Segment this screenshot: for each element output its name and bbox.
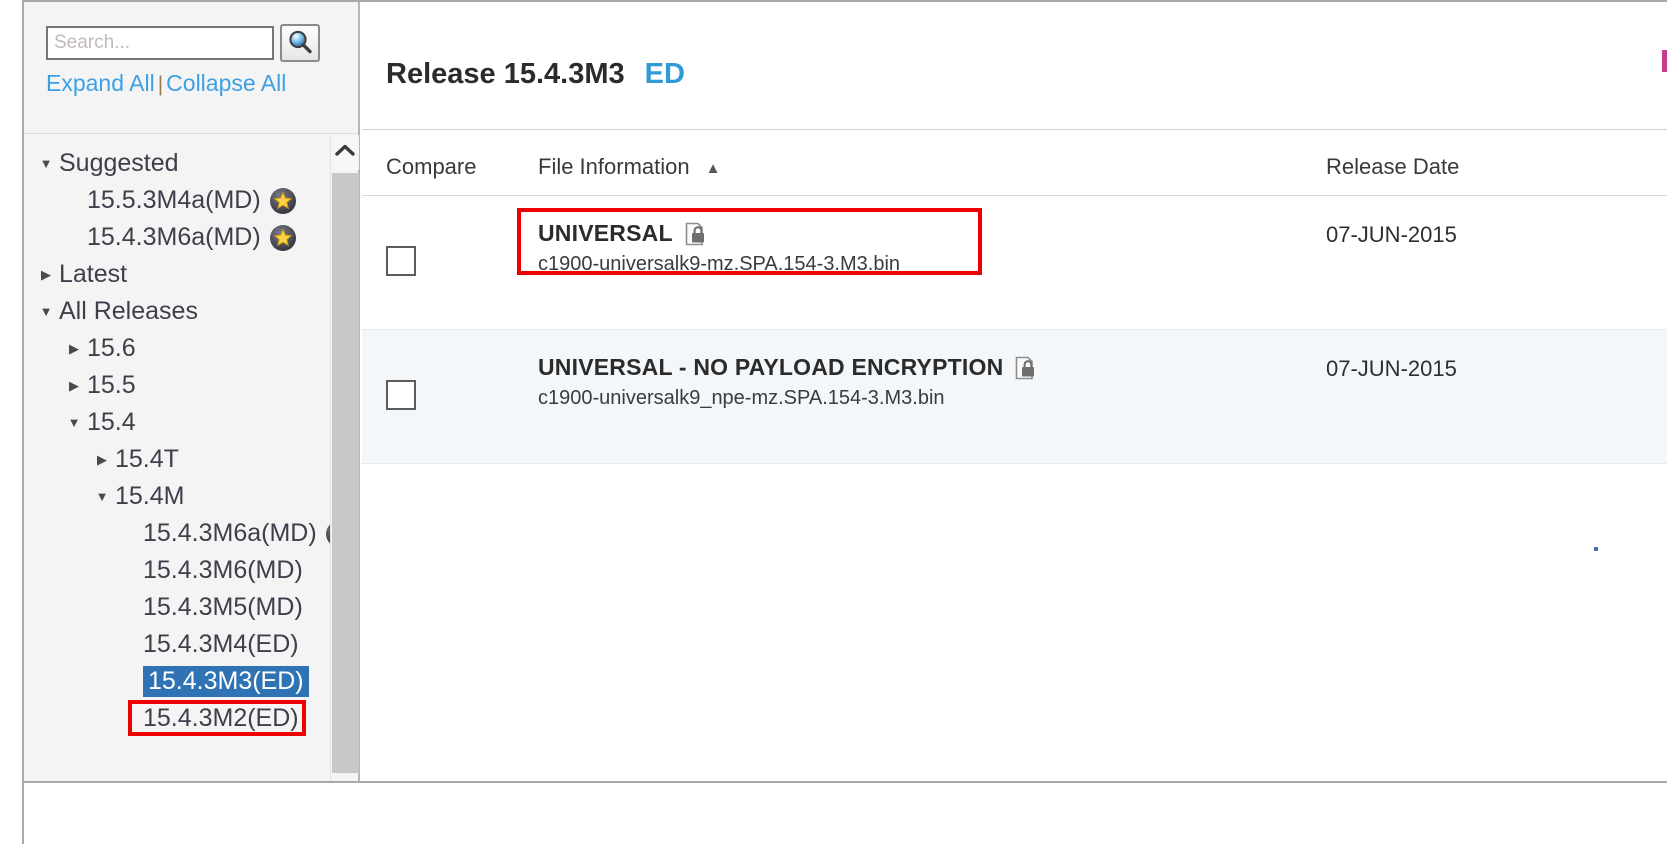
chevron-up-icon bbox=[335, 143, 355, 162]
file-name-text: c1900-universalk9_npe-mz.SPA.154-3.M3.bi… bbox=[538, 387, 945, 409]
compare-checkbox[interactable] bbox=[386, 246, 416, 276]
main-header: Release 15.4.3M3 ED bbox=[362, 2, 1667, 130]
search-row bbox=[46, 24, 320, 62]
file-title-link[interactable]: UNIVERSAL bbox=[538, 220, 1298, 247]
caret-right-icon[interactable]: ▶ bbox=[64, 341, 84, 357]
tree-scrollbar[interactable] bbox=[330, 135, 359, 781]
tree-item-label: 15.4.3M6a(MD) bbox=[143, 519, 317, 547]
tree-item-15-4-3m6a-md-[interactable]: 15.4.3M6a(MD) bbox=[24, 515, 330, 552]
tree-item-15-4-3m2-ed-[interactable]: 15.4.3M2(ED) bbox=[24, 700, 330, 737]
tree-item-label: 15.4.3M5(MD) bbox=[143, 593, 303, 621]
column-header-file-information[interactable]: File Information ▲ bbox=[538, 154, 720, 180]
tree-item-label: 15.4.3M6(MD) bbox=[143, 556, 303, 584]
scroll-up-button[interactable] bbox=[331, 135, 359, 170]
tree-item-15-4-3m3-ed-[interactable]: 15.4.3M3(ED) bbox=[24, 663, 330, 700]
file-information-cell: UNIVERSAL c1900-universalk9-mz.SPA.154-3.… bbox=[538, 220, 1298, 276]
scrollbar-thumb[interactable] bbox=[332, 173, 359, 773]
window-bottom-border bbox=[22, 781, 1667, 783]
tree-item-label: Suggested bbox=[59, 149, 179, 177]
main-panel: Release 15.4.3M3 ED Compare File Informat… bbox=[362, 2, 1667, 781]
tree-item-label: 15.5.3M4a(MD) bbox=[87, 186, 261, 214]
release-tree-panel: Expand All|Collapse All ▼Suggested15.5.3… bbox=[24, 2, 360, 781]
tree-item-label: 15.4T bbox=[115, 445, 179, 473]
caret-right-icon[interactable]: ▶ bbox=[92, 452, 112, 468]
tree-item-label: 15.4.3M6a(MD) bbox=[87, 223, 261, 251]
release-date-cell: 07-JUN-2015 bbox=[1326, 222, 1457, 247]
compare-cell bbox=[386, 380, 536, 415]
tree-item-suggested[interactable]: ▼ Suggested bbox=[24, 145, 330, 182]
tree-item-15-6[interactable]: ▶ 15.6 bbox=[24, 330, 330, 367]
release-tree[interactable]: ▼ Suggested 15.5.3M4a(MD) 15.4.3M6a(MD) ▶ Lat… bbox=[24, 135, 330, 781]
caret-down-icon[interactable]: ▼ bbox=[36, 304, 56, 319]
table-body: UNIVERSAL c1900-universalk9-mz.SPA.154-3.… bbox=[362, 196, 1667, 464]
downloads-table: Compare File Information ▲ Release Date U… bbox=[362, 130, 1667, 464]
tree-item-label: 15.4M bbox=[115, 482, 185, 510]
expand-all-link[interactable]: Expand All bbox=[46, 70, 155, 96]
tree-item-label: Latest bbox=[59, 260, 128, 288]
search-input[interactable] bbox=[46, 26, 274, 60]
file-title-text: UNIVERSAL - NO PAYLOAD ENCRYPTION bbox=[538, 354, 1004, 380]
sort-ascending-icon: ▲ bbox=[705, 159, 721, 177]
release-title-text: Release 15.4.3M3 bbox=[386, 58, 625, 90]
tree-item-label: 15.4.3M4(ED) bbox=[143, 630, 299, 658]
star-icon bbox=[269, 224, 296, 251]
expand-collapse-links: Expand All | Collapse All bbox=[46, 70, 286, 97]
tree-item-15-4-3m6-md-[interactable]: 15.4.3M6(MD) bbox=[24, 552, 330, 589]
release-date-cell: 07-JUN-2015 bbox=[1326, 356, 1457, 381]
compare-cell bbox=[386, 246, 536, 281]
tree-item-15-5[interactable]: ▶ 15.5 bbox=[24, 367, 330, 404]
search-area: Expand All|Collapse All bbox=[24, 2, 358, 134]
collapse-all-link[interactable]: Collapse All bbox=[166, 70, 286, 96]
caret-down-icon[interactable]: ▼ bbox=[92, 489, 112, 504]
search-icon bbox=[287, 29, 313, 58]
app-root: Expand All|Collapse All ▼Suggested15.5.3… bbox=[0, 0, 1667, 844]
locked-file-icon bbox=[685, 222, 707, 246]
column-header-release-date: Release Date bbox=[1326, 154, 1460, 179]
tree-item-15-4-3m6a-md-[interactable]: 15.4.3M6a(MD) bbox=[24, 219, 330, 256]
locked-file-icon bbox=[1015, 356, 1037, 380]
stray-pixel-mark bbox=[1594, 547, 1598, 551]
tree-item-15-4t[interactable]: ▶ 15.4T bbox=[24, 441, 330, 478]
caret-down-icon[interactable]: ▼ bbox=[36, 156, 56, 171]
caret-right-icon[interactable]: ▶ bbox=[64, 378, 84, 394]
search-button[interactable] bbox=[280, 24, 320, 62]
release-status-badge: ED bbox=[644, 58, 685, 90]
caret-down-icon[interactable]: ▼ bbox=[64, 415, 84, 430]
file-title-link[interactable]: UNIVERSAL - NO PAYLOAD ENCRYPTION bbox=[538, 354, 1298, 381]
file-information-cell: UNIVERSAL - NO PAYLOAD ENCRYPTION c1900-u… bbox=[538, 354, 1298, 410]
tree-item-15-4m[interactable]: ▼ 15.4M bbox=[24, 478, 330, 515]
file-name-text: c1900-universalk9-mz.SPA.154-3.M3.bin bbox=[538, 253, 901, 275]
tree-item-label: 15.6 bbox=[87, 334, 136, 362]
table-header-row: Compare File Information ▲ Release Date bbox=[362, 130, 1667, 196]
page-title: Release 15.4.3M3 ED bbox=[386, 58, 685, 91]
tree-item-latest[interactable]: ▶ Latest bbox=[24, 256, 330, 293]
tree-item-15-4-3m4-ed-[interactable]: 15.4.3M4(ED) bbox=[24, 626, 330, 663]
tree-item-15-4[interactable]: ▼ 15.4 bbox=[24, 404, 330, 441]
link-separator: | bbox=[157, 73, 164, 96]
star-icon bbox=[269, 187, 296, 214]
tree-item-15-5-3m4a-md-[interactable]: 15.5.3M4a(MD) bbox=[24, 182, 330, 219]
tree-item-label: 15.5 bbox=[87, 371, 136, 399]
tree-item-15-4-3m5-md-[interactable]: 15.4.3M5(MD) bbox=[24, 589, 330, 626]
tree-item-label: 15.4.3M3(ED) bbox=[143, 666, 309, 697]
tree-item-label: 15.4 bbox=[87, 408, 136, 436]
table-row: UNIVERSAL c1900-universalk9-mz.SPA.154-3.… bbox=[362, 196, 1667, 330]
column-header-file-information-label: File Information bbox=[538, 154, 690, 179]
tree-item-label: 15.4.3M2(ED) bbox=[143, 704, 299, 732]
column-header-compare: Compare bbox=[386, 154, 477, 179]
caret-right-icon[interactable]: ▶ bbox=[36, 267, 56, 283]
table-row: UNIVERSAL - NO PAYLOAD ENCRYPTION c1900-u… bbox=[362, 330, 1667, 464]
file-title-text: UNIVERSAL bbox=[538, 220, 673, 246]
right-edge-marker bbox=[1662, 50, 1667, 72]
tree-item-all-releases[interactable]: ▼ All Releases bbox=[24, 293, 330, 330]
tree-item-label: All Releases bbox=[59, 297, 198, 325]
compare-checkbox[interactable] bbox=[386, 380, 416, 410]
